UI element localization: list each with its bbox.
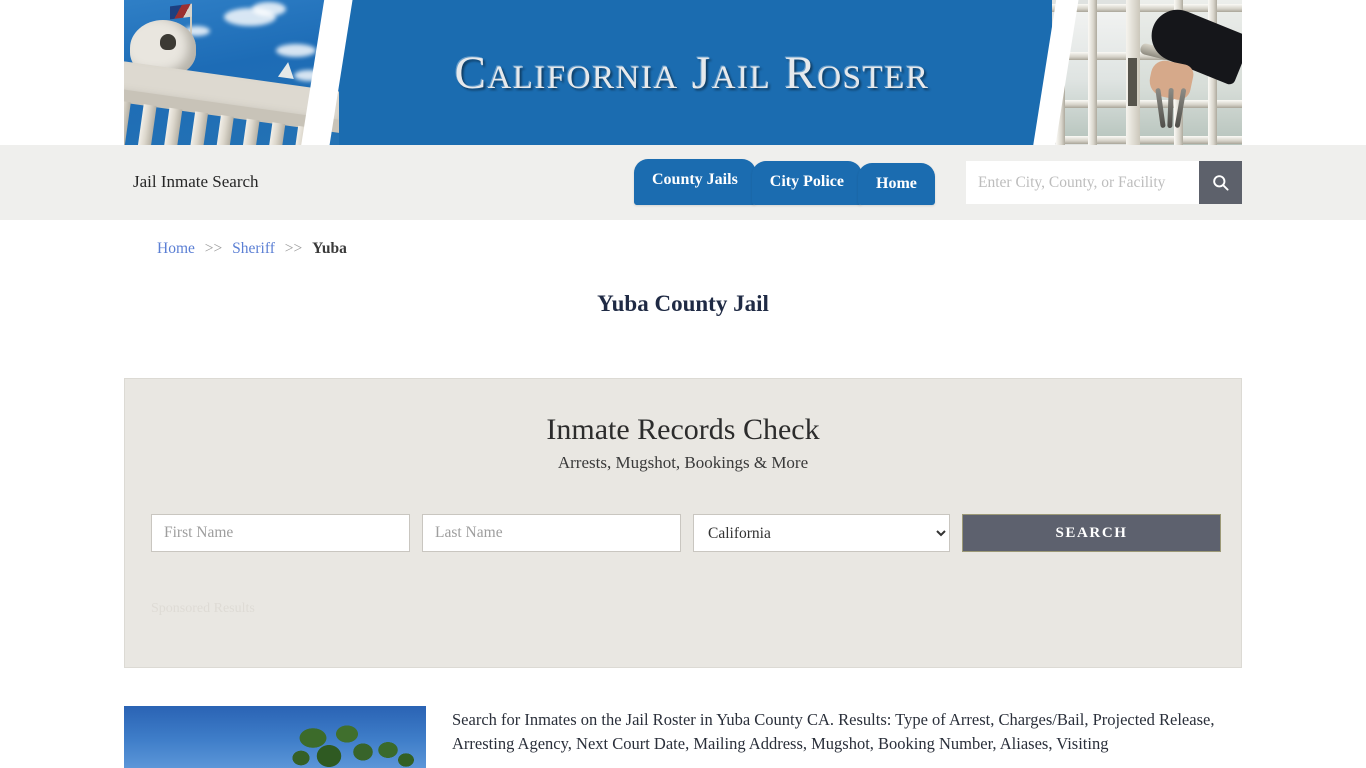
breadcrumb-item-home[interactable]: Home [157,240,195,257]
door-lock [1128,58,1137,106]
jail-cell-image [1052,0,1242,145]
first-name-input[interactable] [151,514,410,552]
breadcrumb-item-sheriff[interactable]: Sheriff [232,240,275,257]
nav-tab-home[interactable]: Home [858,163,935,205]
site-banner: California Jail Roster [124,0,1242,145]
cloud [276,44,316,57]
flag [170,3,192,20]
nav-tabs: County Jails City Police Home [634,159,935,205]
content-description: Search for Inmates on the Jail Roster in… [452,710,1215,753]
header-search [966,161,1242,204]
state-select[interactable]: California [693,514,950,552]
banner-title-text: California Jail Roster [454,46,930,99]
tree [372,736,418,768]
inmate-search-form: California SEARCH [151,514,1221,552]
cloud [252,2,286,16]
keys-icon [1155,87,1190,132]
tree [289,722,385,768]
last-name-input[interactable] [422,514,681,552]
panel-subheading: Arrests, Mugshot, Bookings & More [557,453,809,472]
nav-tab-city-police[interactable]: City Police [751,161,862,205]
pediment-statue [277,60,297,80]
breadcrumb-separator: >> [204,240,223,257]
breadcrumb: Home >> Sheriff >> Yuba [157,240,347,258]
search-button[interactable] [1199,161,1242,204]
breadcrumb-separator: >> [284,240,303,257]
dome-cupola [160,34,176,50]
page-title: Yuba County Jail [597,291,769,316]
submit-search-button[interactable]: SEARCH [962,514,1221,552]
sponsored-results-label: Sponsored Results [151,601,255,616]
breadcrumb-item-current: Yuba [312,240,347,257]
site-brand[interactable]: Jail Inmate Search [133,172,259,192]
search-input[interactable] [966,161,1199,204]
search-icon [1213,175,1229,191]
panel-heading: Inmate Records Check [546,413,820,446]
content-thumbnail [124,706,426,768]
nav-tab-county-jails[interactable]: County Jails [634,159,756,205]
inmate-records-panel: Inmate Records Check Arrests, Mugshot, B… [124,378,1242,668]
